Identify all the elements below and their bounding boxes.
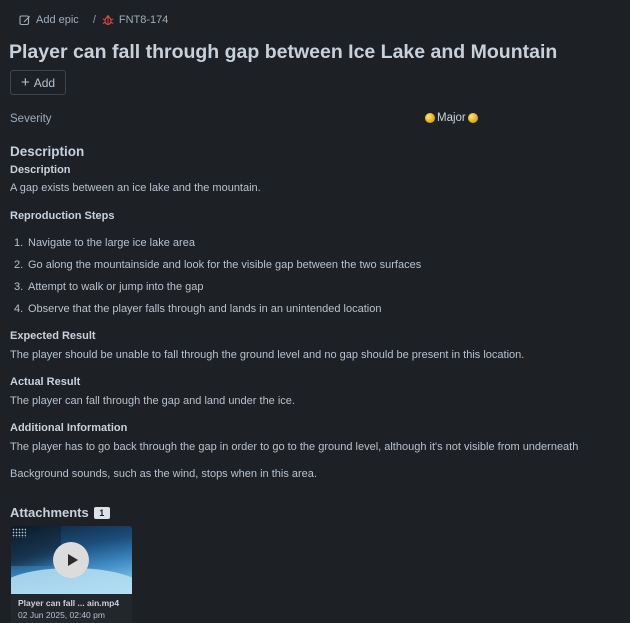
attachment-name: Player can fall ... ain.mp4 xyxy=(18,598,120,608)
description-text: A gap exists between an ice lake and the… xyxy=(10,182,261,194)
expected-result-text: The player should be unable to fall thro… xyxy=(10,349,525,361)
play-button[interactable] xyxy=(53,542,89,578)
step-text: Observe that the player falls through an… xyxy=(28,303,382,315)
description-heading: Description xyxy=(10,144,85,159)
attachment-card[interactable]: Player can fall ... ain.mp4 02 Jun 2025,… xyxy=(11,526,132,623)
list-item: 2. Go along the mountainside and look for… xyxy=(14,259,422,271)
list-item: 1. Navigate to the large ice lake area xyxy=(14,237,195,249)
actual-result-heading: Actual Result xyxy=(10,376,81,388)
step-text: Go along the mountainside and look for t… xyxy=(28,259,422,271)
page-title[interactable]: Player can fall through gap between Ice … xyxy=(9,41,557,64)
actual-result-text: The player can fall through the gap and … xyxy=(10,395,295,407)
issue-key: FNT8-174 xyxy=(118,14,169,26)
severity-value[interactable]: Major xyxy=(425,112,478,124)
add-button-label: Add xyxy=(33,75,56,90)
bug-icon xyxy=(102,14,114,26)
step-text: Attempt to walk or jump into the gap xyxy=(28,281,204,293)
attachments-heading: Attachments 1 xyxy=(10,505,110,520)
issue-key-link[interactable]: FNT8-174 xyxy=(102,14,169,26)
list-item: 4. Observe that the player falls through … xyxy=(14,303,382,315)
add-epic-link[interactable]: Add epic xyxy=(19,14,79,26)
additional-information-text: The player has to go back through the ga… xyxy=(10,441,579,453)
edit-icon xyxy=(19,14,31,26)
additional-information-text: Background sounds, such as the wind, sto… xyxy=(10,468,317,480)
expected-result-heading: Expected Result xyxy=(10,330,96,342)
attachments-count-badge: 1 xyxy=(93,506,110,519)
breadcrumb: Add epic / FNT8-174 xyxy=(19,14,168,26)
severity-major-icon xyxy=(467,113,478,123)
reproduction-steps-heading: Reproduction Steps xyxy=(10,210,115,222)
additional-information-heading: Additional Information xyxy=(10,422,128,434)
severity-major-icon xyxy=(425,113,435,123)
step-text: Navigate to the large ice lake area xyxy=(28,237,195,249)
list-item: 3. Attempt to walk or jump into the gap xyxy=(14,281,204,293)
add-epic-label: Add epic xyxy=(36,14,79,26)
attachment-date: 02 Jun 2025, 02:40 pm xyxy=(18,610,105,620)
attachments-title: Attachments xyxy=(10,505,89,520)
severity-value-label: Major xyxy=(437,112,466,124)
add-button[interactable]: + Add xyxy=(10,70,66,95)
dots-grid-icon xyxy=(12,528,26,538)
video-thumbnail[interactable] xyxy=(11,526,132,594)
severity-label: Severity xyxy=(10,113,52,125)
description-subheading: Description xyxy=(10,164,71,176)
play-icon xyxy=(67,554,78,566)
reproduction-steps-list: 1. Navigate to the large ice lake area 2.… xyxy=(14,237,421,325)
plus-icon: + xyxy=(20,73,30,91)
breadcrumb-separator: / xyxy=(92,14,96,26)
